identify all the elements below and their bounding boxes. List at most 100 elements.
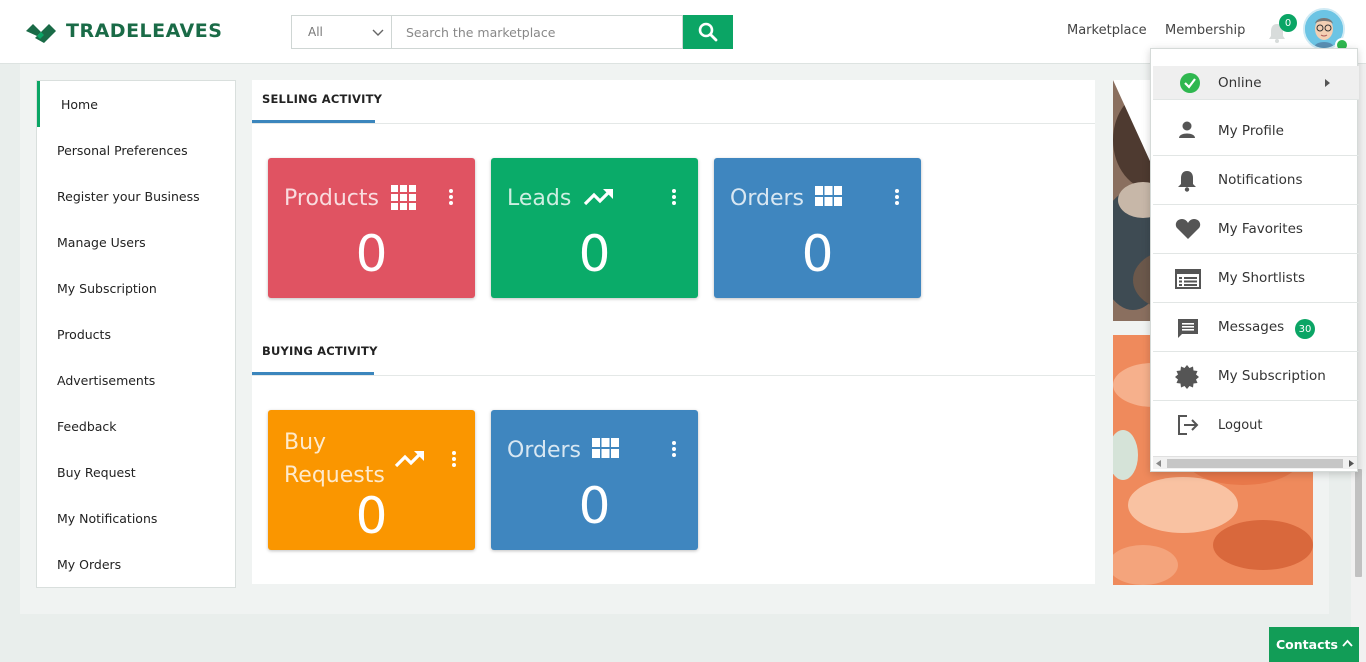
user-dropdown-menu: Online My Profile Notifications My Favor… (1150, 48, 1359, 472)
contacts-button[interactable]: Contacts (1269, 627, 1359, 662)
table-icon (815, 186, 842, 206)
sidebar-item-label: Home (61, 96, 98, 112)
status-online-item[interactable]: Online (1153, 66, 1359, 100)
more-vert-icon[interactable] (671, 440, 677, 458)
orders-selling-card[interactable]: Orders 0 (714, 158, 921, 298)
page-scrollbar-thumb[interactable] (1355, 469, 1362, 577)
sidebar-item-products[interactable]: Products (37, 311, 235, 357)
menu-item-my-favorites[interactable]: My Favorites (1153, 205, 1359, 254)
status-label: Online (1218, 74, 1262, 91)
sidebar-item-label: Personal Preferences (57, 142, 188, 158)
bell-icon (1178, 171, 1196, 192)
sidebar: Home Personal Preferences Register your … (36, 80, 236, 588)
menu-item-my-shortlists[interactable]: My Shortlists (1153, 254, 1359, 303)
sidebar-item-label: Buy Request (57, 464, 136, 480)
menu-item-logout[interactable]: Logout (1153, 401, 1359, 450)
table-icon (592, 438, 619, 458)
trending-up-icon (583, 188, 613, 206)
card-title: Orders (730, 186, 804, 211)
more-vert-icon[interactable] (451, 450, 457, 468)
card-title: Buy Requests (284, 430, 385, 488)
buying-tab-underline (252, 372, 374, 375)
card-title: Leads (507, 186, 572, 211)
menu-item-my-subscription[interactable]: My Subscription (1153, 352, 1359, 401)
check-circle-icon (1180, 73, 1200, 93)
chevron-down-icon (372, 29, 384, 36)
menu-item-label: My Shortlists (1218, 270, 1306, 286)
dashboard-content: SELLING ACTIVITY Products 0 Leads 0 Orde… (252, 80, 1095, 584)
heart-icon (1175, 219, 1201, 239)
search-bar: All (291, 15, 733, 49)
sidebar-item-label: Feedback (57, 418, 117, 434)
more-vert-icon[interactable] (671, 188, 677, 206)
logout-icon (1178, 415, 1199, 435)
message-icon (1178, 319, 1198, 338)
chevron-up-icon (1342, 639, 1353, 647)
buying-activity-heading: BUYING ACTIVITY (262, 344, 378, 358)
sidebar-item-personal-preferences[interactable]: Personal Preferences (37, 127, 235, 173)
orders-buying-card[interactable]: Orders 0 (491, 410, 698, 550)
sidebar-item-register-business[interactable]: Register your Business (37, 173, 235, 219)
caret-right-icon (1325, 79, 1330, 87)
sidebar-item-label: My Orders (57, 556, 122, 572)
card-title: Orders (507, 438, 581, 463)
leads-card[interactable]: Leads 0 (491, 158, 698, 298)
search-category-value: All (308, 25, 323, 39)
sidebar-item-home[interactable]: Home (37, 81, 235, 127)
sidebar-item-manage-users[interactable]: Manage Users (37, 219, 235, 265)
scroll-left-icon[interactable] (1156, 460, 1161, 467)
card-count: 0 (355, 225, 388, 283)
dropdown-scrollbar-thumb[interactable] (1167, 459, 1343, 468)
search-input[interactable] (391, 15, 683, 49)
divider (252, 123, 1095, 124)
menu-item-label: Messages (1218, 319, 1285, 335)
buy-requests-card[interactable]: Buy Requests 0 (268, 410, 475, 550)
list-icon (1175, 269, 1201, 289)
sidebar-item-advertisements[interactable]: Advertisements (37, 357, 235, 403)
card-title: Products (284, 186, 379, 211)
menu-item-label: My Favorites (1218, 221, 1303, 237)
search-category-select[interactable]: All (291, 15, 391, 49)
sidebar-item-label: My Notifications (57, 510, 158, 526)
grid-icon (391, 185, 416, 210)
card-count: 0 (801, 225, 834, 283)
brand-name: TRADELEAVES (66, 20, 223, 42)
scroll-right-icon[interactable] (1349, 460, 1354, 467)
trending-up-icon (394, 450, 424, 468)
notification-count-badge: 0 (1279, 14, 1297, 32)
menu-item-label: Logout (1218, 418, 1263, 433)
badge-icon (1175, 365, 1199, 389)
dropdown-horizontal-scrollbar[interactable] (1153, 456, 1357, 469)
leaf-logo-icon (26, 24, 56, 43)
sidebar-item-my-subscription[interactable]: My Subscription (37, 265, 235, 311)
nav-membership[interactable]: Membership (1165, 23, 1245, 38)
sidebar-item-buy-request[interactable]: Buy Request (37, 449, 235, 495)
menu-item-notifications[interactable]: Notifications (1153, 156, 1359, 205)
card-count: 0 (578, 477, 611, 535)
search-button[interactable] (683, 15, 733, 49)
sidebar-item-label: Advertisements (57, 372, 156, 388)
more-vert-icon[interactable] (448, 188, 454, 206)
menu-item-label: Notifications (1218, 172, 1303, 188)
sidebar-item-my-notifications[interactable]: My Notifications (37, 495, 235, 541)
person-icon (1179, 121, 1195, 138)
divider (252, 375, 1095, 376)
selling-activity-heading: SELLING ACTIVITY (262, 92, 383, 106)
selling-tab-underline (252, 120, 375, 123)
menu-item-my-profile[interactable]: My Profile (1153, 107, 1359, 156)
menu-item-label: My Profile (1218, 123, 1284, 139)
menu-item-messages[interactable]: Messages 30 (1153, 303, 1359, 352)
sidebar-item-label: Products (57, 326, 111, 342)
menu-item-label: My Subscription (1218, 368, 1326, 384)
sidebar-item-label: Manage Users (57, 234, 146, 250)
sidebar-item-feedback[interactable]: Feedback (37, 403, 235, 449)
contacts-label: Contacts (1276, 637, 1338, 652)
sidebar-item-label: Register your Business (57, 188, 200, 204)
messages-count-badge: 30 (1295, 319, 1315, 339)
brand-logo[interactable]: TRADELEAVES (24, 18, 222, 44)
sidebar-item-label: My Subscription (57, 280, 157, 296)
nav-marketplace[interactable]: Marketplace (1067, 23, 1147, 38)
sidebar-item-my-orders[interactable]: My Orders (37, 541, 235, 587)
more-vert-icon[interactable] (894, 188, 900, 206)
products-card[interactable]: Products 0 (268, 158, 475, 298)
